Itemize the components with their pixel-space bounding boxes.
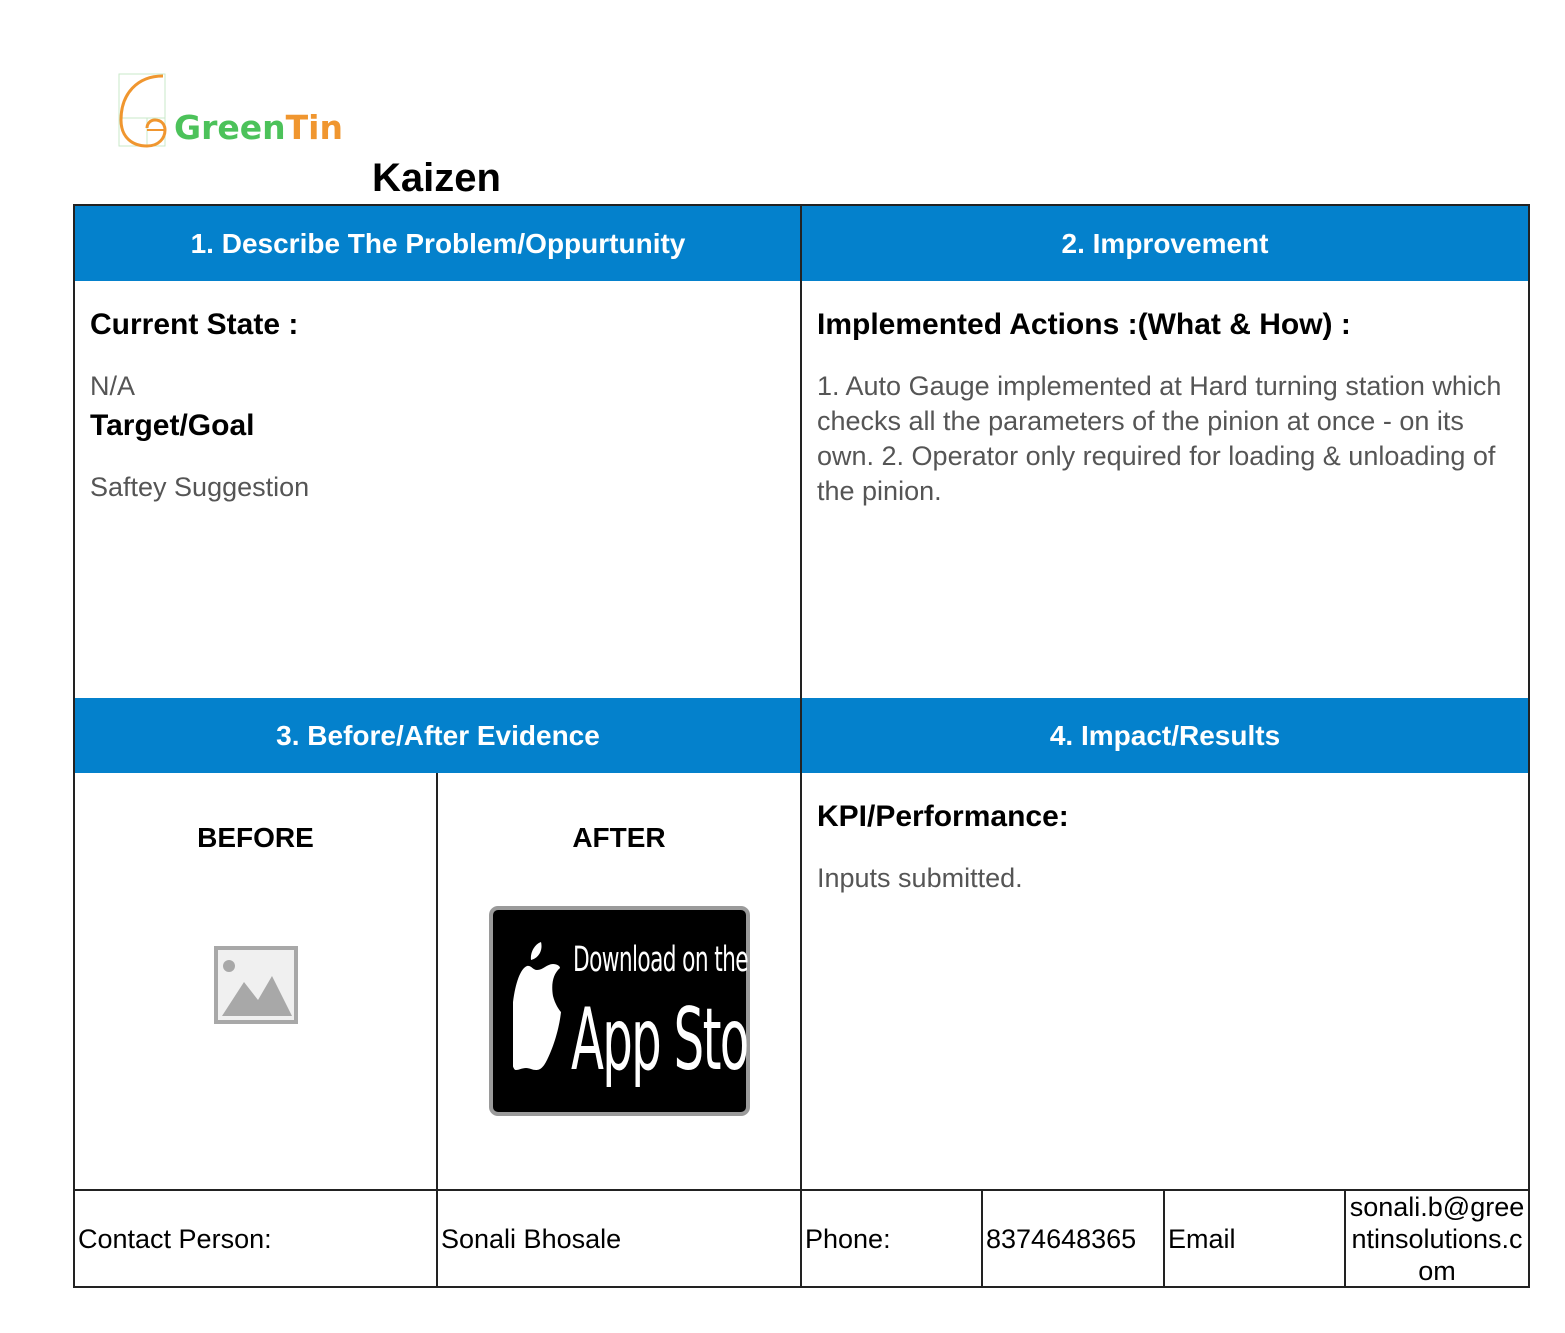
badge-line-2: App Store — [571, 990, 794, 1090]
email-value[interactable]: sonali.b@gree ntinsolutions.c om — [1346, 1192, 1528, 1286]
after-label: AFTER — [572, 822, 666, 853]
apple-logo-icon — [513, 942, 561, 1070]
section-header-impact: 4. Impact/Results — [802, 698, 1528, 773]
contact-person-value: Sonali Bhosale — [441, 1223, 622, 1254]
golden-ratio-logo-icon — [118, 73, 167, 148]
contact-row-divider — [75, 1189, 1528, 1191]
email-line-3: om — [1418, 1256, 1456, 1286]
implemented-actions-label: Implemented Actions :(What & How) : — [817, 308, 1351, 341]
app-store-badge[interactable]: Download on the App Store — [489, 906, 794, 1116]
target-goal-label: Target/Goal — [90, 409, 255, 442]
document-title: Kaizen — [372, 156, 501, 200]
email-line-1: sonali.b@gree — [1349, 1192, 1525, 1222]
section-header-problem: 1. Describe The Problem/Oppurtunity — [75, 206, 801, 281]
section-header-evidence: 3. Before/After Evidence — [75, 698, 801, 773]
kpi-performance-label: KPI/Performance: — [817, 800, 1069, 833]
target-goal-value: Saftey Suggestion — [90, 472, 310, 502]
badge-line-1: Download on the — [573, 940, 749, 980]
implemented-actions-value: 1. Auto Gauge implemented at Hard turnin… — [817, 371, 1502, 506]
current-state-value: N/A — [90, 371, 136, 401]
greentin-logo: GreenTin — [117, 72, 357, 152]
phone-value: 8374648365 — [986, 1223, 1137, 1254]
center-divider — [800, 206, 802, 1286]
image-placeholder-icon — [214, 946, 298, 1024]
current-state-label: Current State : — [90, 308, 299, 341]
kpi-performance-value: Inputs submitted. — [817, 863, 1023, 893]
before-label: BEFORE — [197, 822, 314, 853]
logo-wordmark: GreenTin — [174, 108, 343, 147]
section-header-improvement: 2. Improvement — [802, 206, 1528, 281]
contact-person-label: Contact Person: — [78, 1223, 272, 1254]
email-line-2: ntinsolutions.c — [1351, 1224, 1523, 1254]
email-label: Email — [1168, 1223, 1236, 1254]
phone-label: Phone: — [805, 1223, 891, 1254]
